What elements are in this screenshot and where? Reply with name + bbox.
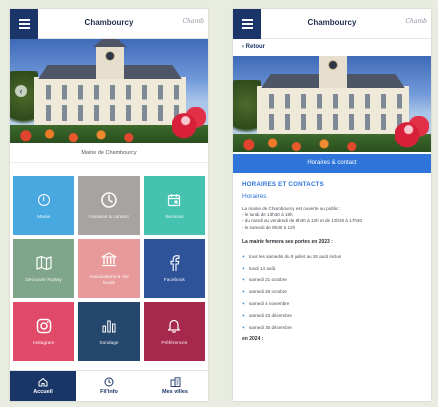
clock-icon <box>104 377 114 387</box>
menu-icon-line <box>18 27 30 29</box>
bottom-tab-bar: Accueil Fil'info Mes villes <box>10 370 208 401</box>
tile-label: Services <box>165 214 184 220</box>
menu-icon-line <box>241 23 253 25</box>
tile-instagram[interactable]: Instagram <box>13 302 75 361</box>
building-icon <box>99 251 119 269</box>
contact-content: HORAIRES ET CONTACTS Horaires La mairie … <box>233 173 431 342</box>
menu-button[interactable] <box>10 9 38 39</box>
tile-horaires-contact[interactable]: Horaires & contact <box>78 176 140 235</box>
closure-title: La mairie fermera ses portes en 2023 : <box>242 238 333 245</box>
tile-services[interactable]: Services <box>143 176 205 235</box>
tile-label: Sondage <box>99 340 119 346</box>
list-item: lundi 14 août <box>242 263 422 275</box>
signature-logo: Chamb <box>182 18 204 25</box>
menu-button[interactable] <box>233 9 261 39</box>
horaires-contact-button[interactable]: Horaires & contact <box>233 154 431 173</box>
tile-label: Instagram <box>32 340 55 346</box>
home-icon <box>38 377 48 387</box>
app-title: Chambourcy <box>307 18 357 27</box>
town-hall-photo <box>233 56 431 152</box>
tile-preferences[interactable]: Préférences <box>143 302 205 361</box>
closure-list: tous les samedis du 8 juillet au 26 août… <box>242 251 422 334</box>
tab-mes-villes[interactable]: Mes villes <box>142 371 208 401</box>
chart-icon <box>99 317 119 335</box>
town-hall-photo: ‹ <box>10 39 208 143</box>
section-title: HORAIRES ET CONTACTS <box>242 181 324 188</box>
map-icon <box>34 254 54 272</box>
tile-label: Découvrir Roissy <box>25 277 62 283</box>
facebook-icon <box>164 254 184 272</box>
app-header: Chambourcy Chamb <box>233 9 431 39</box>
tile-label: Préférences <box>161 340 188 346</box>
tab-label: Mes villes <box>162 389 188 395</box>
tile-label: Mairie <box>37 214 51 220</box>
tile-label: Associations & Vie locale <box>89 274 129 286</box>
buildings-icon <box>170 377 181 387</box>
calendar-icon <box>164 191 184 209</box>
info-icon: i <box>34 191 54 209</box>
menu-icon-line <box>18 23 30 25</box>
next-year-label: en 2024 : <box>242 336 264 343</box>
tile-associations[interactable]: Associations & Vie locale <box>78 239 140 298</box>
tab-label: Fil'info <box>100 389 118 395</box>
instagram-icon <box>34 317 54 335</box>
list-item: samedi 28 octobre <box>242 286 422 298</box>
list-item: tous les samedis du 8 juillet au 26 août… <box>242 251 422 263</box>
bell-icon <box>164 317 184 335</box>
tab-accueil[interactable]: Accueil <box>10 371 76 401</box>
list-item: samedi 4 novembre <box>242 298 422 310</box>
tile-mairie[interactable]: i Mairie <box>13 176 75 235</box>
menu-tile-grid: i Mairie Horaires & contact Services Déc… <box>10 176 208 361</box>
hours-line: - le samedi de 8h30 à 12h <box>242 224 296 230</box>
list-item: samedi 23 décembre <box>242 310 422 322</box>
home-screen: Chambourcy Chamb ‹ Mairie de Chambourcy … <box>10 9 208 401</box>
list-item: samedi 30 décembre <box>242 322 422 334</box>
tile-label: Facebook <box>163 277 185 283</box>
carousel-prev-arrow-icon[interactable]: ‹ <box>15 84 27 97</box>
signature-logo: Chamb <box>405 18 427 25</box>
tile-decouvrir[interactable]: Découvrir Roissy <box>13 239 75 298</box>
menu-icon-line <box>18 19 30 21</box>
app-title: Chambourcy <box>84 18 134 27</box>
list-item: samedi 21 octobre <box>242 274 422 286</box>
tile-label: Horaires & contact <box>89 214 129 220</box>
tile-facebook[interactable]: Facebook <box>143 239 205 298</box>
hours-subtitle: Horaires <box>242 193 267 200</box>
photo-caption: Mairie de Chambourcy <box>10 143 208 163</box>
app-header: Chambourcy Chamb <box>10 9 208 39</box>
menu-icon-line <box>241 27 253 29</box>
back-link[interactable]: ‹ Retour <box>233 39 431 56</box>
tab-fil-info[interactable]: Fil'info <box>76 371 142 401</box>
opening-hours-text: La mairie de Chambourcy est ouverte au p… <box>242 206 422 231</box>
tile-sondage[interactable]: Sondage <box>78 302 140 361</box>
menu-icon-line <box>241 19 253 21</box>
clock-icon <box>99 191 119 209</box>
contact-screen: Chambourcy Chamb ‹ Retour Horaires & con… <box>233 9 431 401</box>
tab-label: Accueil <box>33 389 53 395</box>
